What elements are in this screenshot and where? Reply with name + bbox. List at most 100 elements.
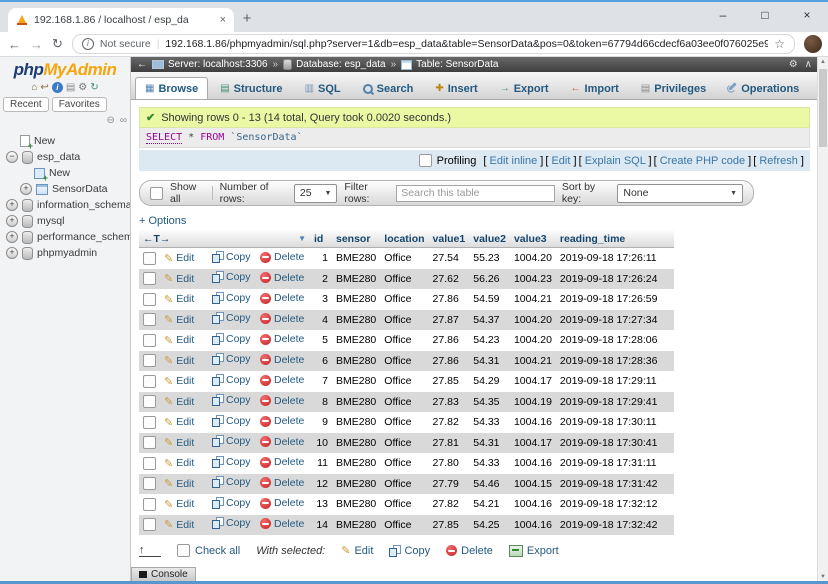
edit-row-button[interactable]: Edit [164, 518, 194, 531]
console-tab[interactable]: Console [131, 567, 196, 581]
delete-row-button[interactable]: Delete [260, 333, 304, 345]
copy-row-button[interactable]: Copy [212, 292, 251, 304]
delete-row-button[interactable]: Delete [260, 292, 304, 304]
refresh-icon[interactable]: ↻ [90, 82, 98, 93]
delete-row-button[interactable]: Delete [260, 456, 304, 468]
tree-item-mysql[interactable]: +mysql [0, 213, 130, 229]
delete-row-button[interactable]: Delete [260, 497, 304, 509]
copy-row-button[interactable]: Copy [212, 394, 251, 406]
copy-row-button[interactable]: Copy [212, 353, 251, 365]
wiki-icon[interactable]: ▤ [66, 82, 75, 93]
expand-icon[interactable]: + [6, 247, 18, 259]
row-checkbox[interactable] [143, 477, 156, 490]
row-checkbox[interactable] [143, 416, 156, 429]
check-all[interactable]: Check all [177, 544, 240, 557]
tab-close-icon[interactable]: × [220, 14, 226, 26]
column-header-value3[interactable]: value3 [510, 230, 556, 248]
copy-row-button[interactable]: Copy [212, 251, 251, 263]
row-checkbox[interactable] [143, 354, 156, 367]
delete-row-button[interactable]: Delete [260, 477, 304, 489]
delete-row-button[interactable]: Delete [260, 251, 304, 263]
scrollbar-thumb[interactable] [819, 69, 827, 147]
tree-item-information-schema[interactable]: +information_schema [0, 197, 130, 213]
sort-by-key-select[interactable]: None ▼ [617, 184, 743, 203]
profile-avatar[interactable] [804, 35, 822, 53]
row-checkbox[interactable] [143, 498, 156, 511]
breadcrumb-link[interactable]: Database: esp_data [296, 59, 386, 70]
link-refresh[interactable]: Refresh [759, 155, 798, 167]
copy-row-button[interactable]: Copy [212, 497, 251, 509]
edit-row-button[interactable]: Edit [164, 395, 194, 408]
settings-icon[interactable]: ⚙ [78, 82, 87, 93]
with-selected-export-button[interactable]: Export [509, 544, 559, 557]
edit-row-button[interactable]: Edit [164, 252, 194, 265]
edit-row-button[interactable]: Edit [164, 477, 194, 490]
column-header-id[interactable]: id [310, 230, 332, 248]
edit-row-button[interactable]: Edit [164, 313, 194, 326]
forward-icon[interactable]: → [30, 37, 43, 52]
browser-tab[interactable]: 192.168.1.86 / localhost / esp_da × [8, 8, 234, 32]
link-panels-icon[interactable]: ∞ [120, 115, 127, 127]
sidebar-tab-recent[interactable]: Recent [3, 97, 49, 112]
back-icon[interactable]: ← [8, 37, 21, 52]
column-header-location[interactable]: location [380, 230, 428, 248]
row-checkbox[interactable] [143, 313, 156, 326]
link-explain-sql[interactable]: Explain SQL [585, 155, 646, 167]
show-all-checkbox[interactable] [150, 187, 163, 200]
row-checkbox[interactable] [143, 436, 156, 449]
edit-row-button[interactable]: Edit [164, 457, 194, 470]
column-header-reading-time[interactable]: reading_time [556, 230, 674, 248]
profiling-checkbox[interactable] [419, 154, 432, 167]
copy-row-button[interactable]: Copy [212, 456, 251, 468]
with-selected-copy-button[interactable]: Copy [389, 544, 430, 557]
column-header-value2[interactable]: value2 [469, 230, 510, 248]
sql-keyword-select[interactable]: SELECT [146, 132, 182, 144]
tree-item-new[interactable]: New [0, 133, 130, 149]
with-selected-delete-button[interactable]: Delete [446, 544, 493, 557]
edit-row-button[interactable]: Edit [164, 272, 194, 285]
copy-row-button[interactable]: Copy [212, 374, 251, 386]
with-selected-edit-button[interactable]: Edit [341, 544, 373, 557]
collapse-icon[interactable]: − [6, 151, 18, 163]
home-icon[interactable]: ⌂ [31, 82, 37, 93]
tree-item-phpmyadmin[interactable]: +phpmyadmin [0, 245, 130, 261]
expand-icon[interactable]: + [20, 183, 32, 195]
close-button[interactable]: × [786, 2, 828, 30]
link-edit-inline[interactable]: Edit inline [490, 155, 538, 167]
check-all-checkbox[interactable] [177, 544, 190, 557]
tab-operations[interactable]: Operations [718, 77, 809, 99]
delete-row-button[interactable]: Delete [260, 272, 304, 284]
row-checkbox[interactable] [143, 252, 156, 265]
tree-item-performance-schema[interactable]: +performance_schema [0, 229, 130, 245]
maximize-button[interactable]: □ [744, 2, 786, 30]
row-checkbox[interactable] [143, 293, 156, 306]
row-checkbox[interactable] [143, 395, 156, 408]
info-icon[interactable] [82, 38, 94, 50]
delete-row-button[interactable]: Delete [260, 313, 304, 325]
bookmark-star-icon[interactable]: ☆ [774, 37, 785, 51]
row-checkbox[interactable] [143, 272, 156, 285]
collapse-nav-arrow-icon[interactable]: ← [137, 59, 147, 70]
address-bar[interactable]: Not secure | 192.168.1.86/phpmyadmin/sql… [72, 34, 795, 54]
sidebar-tab-favorites[interactable]: Favorites [52, 97, 107, 112]
main-scrollbar[interactable]: ▲ ▼ [817, 57, 828, 584]
copy-row-button[interactable]: Copy [212, 517, 251, 529]
settings-icon[interactable]: ⚙ [789, 59, 798, 70]
tab-privileges[interactable]: ▤Privileges [631, 77, 716, 99]
copy-row-button[interactable]: Copy [212, 271, 251, 283]
delete-row-button[interactable]: Delete [260, 436, 304, 448]
docs-icon[interactable]: i [52, 82, 63, 93]
phpmyadmin-logo[interactable]: phpMyAdmin [0, 60, 130, 80]
expand-icon[interactable]: + [6, 199, 18, 211]
delete-row-button[interactable]: Delete [260, 395, 304, 407]
copy-row-button[interactable]: Copy [212, 312, 251, 324]
tab-browse[interactable]: ▦Browse [135, 77, 208, 99]
copy-row-button[interactable]: Copy [212, 435, 251, 447]
tree-item-sensordata[interactable]: +SensorData [0, 181, 130, 197]
row-checkbox[interactable] [143, 518, 156, 531]
action-columns-header[interactable]: ←T→ ▼ [139, 230, 310, 248]
scrollbar-up-icon[interactable]: ▲ [818, 59, 828, 65]
row-checkbox[interactable] [143, 457, 156, 470]
edit-row-button[interactable]: Edit [164, 375, 194, 388]
minimize-button[interactable]: – [702, 2, 744, 30]
